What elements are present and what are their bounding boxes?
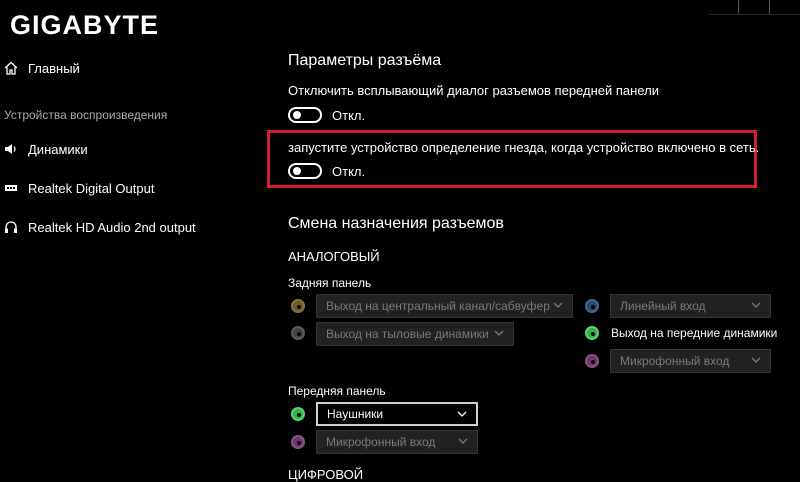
chevron-down-icon [751,357,761,363]
chevron-down-icon [553,302,563,308]
close-button[interactable] [769,0,800,14]
sidebar-item-label: Динамики [28,141,88,157]
rear-surround-select[interactable]: Выход на тыловые динамики [316,322,514,346]
reassign-title: Смена назначения разъемов [288,215,504,232]
playback-devices-caption: Устройства воспроизведения [4,108,168,122]
rear-panel-label: Задняя панель [288,276,372,290]
sidebar-item-home[interactable]: Главный [4,58,80,78]
jack-detect-text: запустите устройство определение гнезда,… [288,140,760,155]
select-value: Наушники [327,407,384,421]
sidebar-item-label: Realtek HD Audio 2nd output [28,219,196,235]
sidebar-item-speakers[interactable]: Динамики [4,139,88,159]
analog-label: АНАЛОГОВЫЙ [288,249,380,264]
chevron-down-icon [494,330,504,336]
sidebar-item-label: Realtek Digital Output [28,180,155,196]
chevron-down-icon [458,438,468,444]
green-jack-icon [585,326,599,340]
select-value: Выход на центральный канал/сабвуфер [326,299,550,313]
disable-popup-state: Откл. [332,107,366,123]
jack-detect-state: Откл. [332,163,366,179]
jack-detect-toggle-row: Откл. [288,163,365,179]
sidebar-item-digital-output[interactable]: Realtek Digital Output [4,178,154,198]
jack-detect-toggle[interactable] [288,163,322,179]
home-icon [4,61,18,75]
gray-jack-icon [291,326,305,340]
green-jack-icon [291,407,305,421]
select-value: Выход на тыловые динамики [326,327,489,341]
pink-jack-icon [585,354,599,368]
select-value: Микрофонный вход [326,435,436,449]
chevron-down-icon [457,411,467,417]
window-controls [708,0,800,15]
sidebar-item-label: Главный [28,60,80,76]
minimize-button[interactable] [708,0,738,14]
digital-label: ЦИФРОВОЙ [288,467,364,482]
disable-popup-toggle[interactable] [288,107,322,123]
highlight-box [267,130,757,188]
speaker-icon [4,142,18,156]
front-mic-in-select[interactable]: Микрофонный вход [316,430,478,454]
sidebar-item-hd-audio-2nd[interactable]: Realtek HD Audio 2nd output [4,217,196,237]
blue-jack-icon [585,299,599,313]
rear-center-sub-select[interactable]: Выход на центральный канал/сабвуфер [316,294,573,318]
rear-mic-in-select[interactable]: Микрофонный вход [610,349,771,373]
digital-output-icon [4,181,18,195]
gigabyte-logo: GIGABYTE [10,10,160,40]
select-value: Микрофонный вход [620,354,730,368]
front-headphones-select[interactable]: Наушники [316,402,478,426]
chevron-down-icon [751,302,761,308]
disable-popup-text: Отключить всплывающий диалог разъемов пе… [288,83,659,98]
headphones-icon [4,220,18,234]
maximize-button[interactable] [738,0,769,14]
rear-line-in-select[interactable]: Линейный вход [610,294,771,318]
pink-jack-icon [291,435,305,449]
orange-jack-icon [291,299,305,313]
rear-front-speakers-label: Выход на передние динамики [611,326,778,340]
disable-popup-toggle-row: Откл. [288,107,365,123]
front-panel-label: Передняя панель [288,384,386,398]
select-value: Линейный вход [620,299,706,313]
connector-settings-title: Параметры разъёма [288,52,442,69]
